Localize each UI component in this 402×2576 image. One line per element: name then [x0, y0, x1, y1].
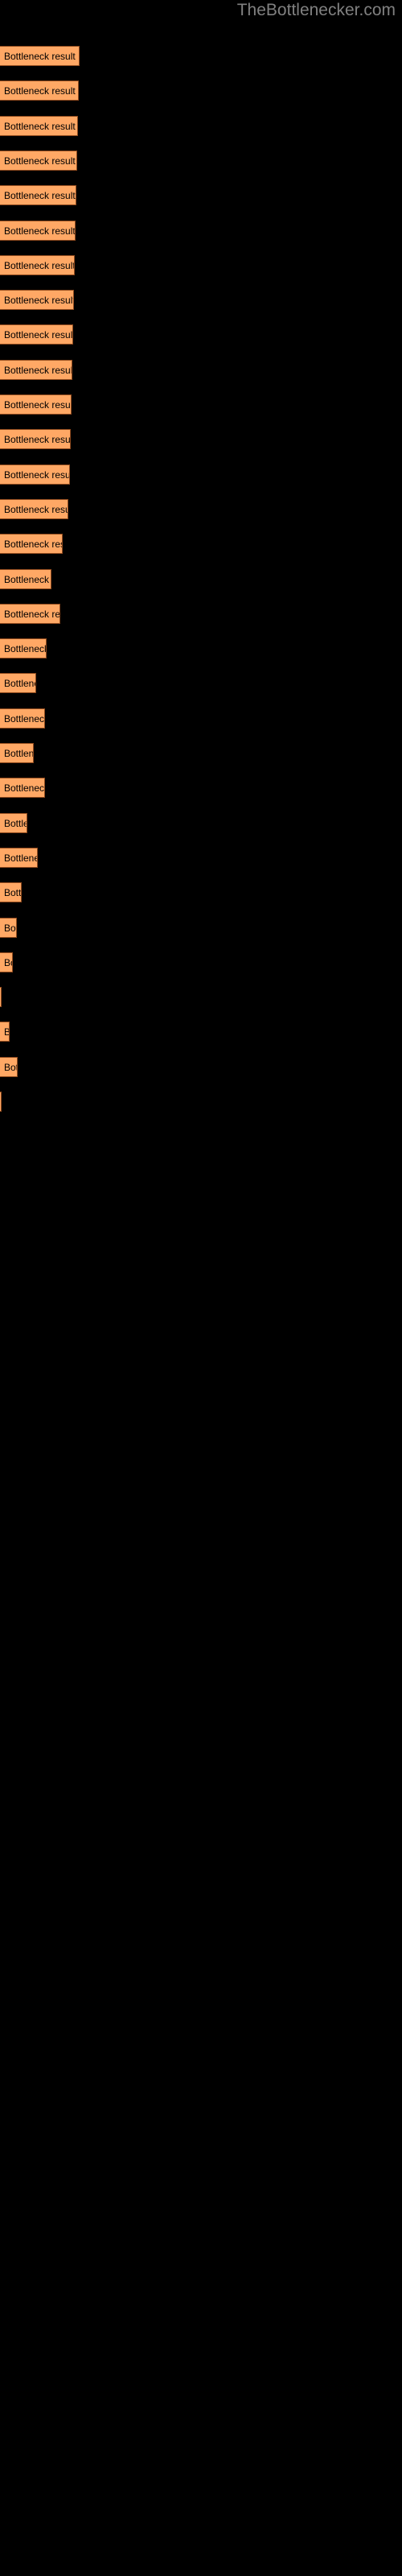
bar-label: Bottleneck result — [4, 922, 16, 934]
bar: Bottleneck result — [0, 220, 76, 241]
bar-row: Bottleneck result — [0, 290, 402, 311]
bar-label: Bottleneck result — [4, 678, 35, 690]
bar-row: Bottleneck result — [0, 185, 402, 206]
bar: Bottleneck result — [0, 743, 34, 763]
bar-row: Bottleneck result — [0, 638, 402, 659]
bar-label: Bottleneck result — [4, 85, 76, 97]
bar-row: Bottleneck result — [0, 498, 402, 519]
bar: Bottleneck result — [0, 394, 72, 415]
bar-label: Bottleneck result — [4, 434, 71, 446]
bar-label: Bottleneck result — [4, 190, 76, 202]
bar-row: Bottleneck result — [0, 394, 402, 415]
bar: Bottleneck result — [0, 80, 79, 101]
bar: Bottleneck result — [0, 882, 22, 903]
bar-row: Bottleneck result — [0, 324, 402, 345]
bar-label: Bottleneck result — [4, 748, 34, 759]
bar-row: Bottleneck result — [0, 46, 402, 66]
bar-label: Bottleneck result — [4, 295, 74, 307]
bar-label: Bottleneck result — [4, 1061, 17, 1073]
site-watermark: TheBottlenecker.com — [236, 1, 396, 19]
bar-row: Bottleneck result — [0, 778, 402, 799]
bar-row: Bottleneck result — [0, 708, 402, 729]
bar-label: Bottleneck result — [4, 1022, 9, 1041]
bar: Bottleneck result — [0, 498, 68, 519]
bar: Bottleneck result — [0, 359, 72, 380]
bottleneck-bar-chart: Bottleneck result Bottleneck result Bottle… — [0, 0, 402, 2576]
bar: Bottleneck result — [0, 638, 47, 659]
bar-row: Bottleneck result — [0, 115, 402, 136]
bar: Bottleneck result — [0, 185, 76, 206]
bar-row: Bottleneck result — [0, 1022, 402, 1042]
bar: Bottleneck result — [0, 812, 27, 833]
bar-row: Bottleneck result — [0, 429, 402, 450]
bar: Bottleneck result — [0, 847, 38, 868]
bar-row: Bottleneck result — [0, 917, 402, 938]
bar-label: Bottleneck result — [4, 503, 68, 515]
bar: Bottleneck result — [0, 568, 51, 589]
bar: Bottleneck result — [0, 150, 77, 171]
bar-row: Bottleneck result — [0, 220, 402, 241]
bar: Bottleneck result — [0, 324, 73, 345]
bar-label: Bottleneck result — [4, 643, 47, 655]
bar-label: Bottleneck result — [4, 120, 76, 132]
bar: Bottleneck result — [0, 534, 63, 555]
bar: Bottleneck result — [0, 464, 70, 485]
bar: Bottleneck result — [0, 1022, 10, 1042]
bar-row: Bottleneck result — [0, 673, 402, 694]
bar: Bottleneck result — [0, 778, 45, 799]
bar-label: Bottleneck result — [4, 852, 37, 864]
bar: Bottleneck result — [0, 917, 17, 938]
bar: Bottleneck result — [0, 1056, 18, 1077]
bar-label: Bottleneck result — [4, 956, 12, 968]
bar-row: Bottleneck result — [0, 847, 402, 868]
bar-label: Bottleneck result — [4, 817, 27, 829]
bar: Bottleneck result — [0, 987, 2, 1008]
bar: Bottleneck result — [0, 603, 60, 624]
bar-row: Bottleneck result — [0, 1092, 402, 1112]
bar-row: Bottleneck result — [0, 952, 402, 972]
bar-label: Bottleneck result — [4, 51, 76, 62]
bar-row: Bottleneck result — [0, 1056, 402, 1077]
bar-row: Bottleneck result — [0, 882, 402, 903]
bar-row: Bottleneck result — [0, 812, 402, 833]
bar-label: Bottleneck result — [4, 155, 76, 167]
bar-label: Bottleneck result — [4, 573, 51, 585]
bar-row: Bottleneck result — [0, 464, 402, 485]
bar-row: Bottleneck result — [0, 80, 402, 101]
bar-row: Bottleneck result — [0, 603, 402, 624]
bar: Bottleneck result — [0, 429, 71, 450]
bar-label: Bottleneck result — [4, 608, 60, 620]
bar-row: Bottleneck result — [0, 534, 402, 555]
bar: Bottleneck result — [0, 1092, 2, 1112]
bar: Bottleneck result — [0, 115, 78, 136]
bar: Bottleneck result — [0, 254, 75, 275]
bar: Bottleneck result — [0, 290, 74, 311]
bar-label: Bottleneck result — [4, 399, 72, 411]
bar: Bottleneck result — [0, 952, 13, 972]
bar-label: Bottleneck result — [4, 887, 22, 899]
bar-row: Bottleneck result — [0, 568, 402, 589]
bar: Bottleneck result — [0, 708, 45, 729]
bar-row: Bottleneck result — [0, 254, 402, 275]
bar: Bottleneck result — [0, 46, 80, 66]
bar: Bottleneck result — [0, 673, 36, 694]
bar-label: Bottleneck result — [4, 259, 75, 271]
bar-label: Bottleneck result — [4, 782, 45, 795]
bar-label: Bottleneck result — [4, 225, 76, 237]
bar-label: Bottleneck result — [4, 539, 62, 551]
bar-row: Bottleneck result — [0, 987, 402, 1008]
bar-row: Bottleneck result — [0, 743, 402, 763]
bar-label: Bottleneck result — [4, 329, 73, 341]
bar-label: Bottleneck result — [4, 469, 70, 481]
bar-label: Bottleneck result — [4, 712, 45, 724]
bar-label: Bottleneck result — [4, 364, 72, 376]
bar-row: Bottleneck result — [0, 359, 402, 380]
bar-row: Bottleneck result — [0, 150, 402, 171]
